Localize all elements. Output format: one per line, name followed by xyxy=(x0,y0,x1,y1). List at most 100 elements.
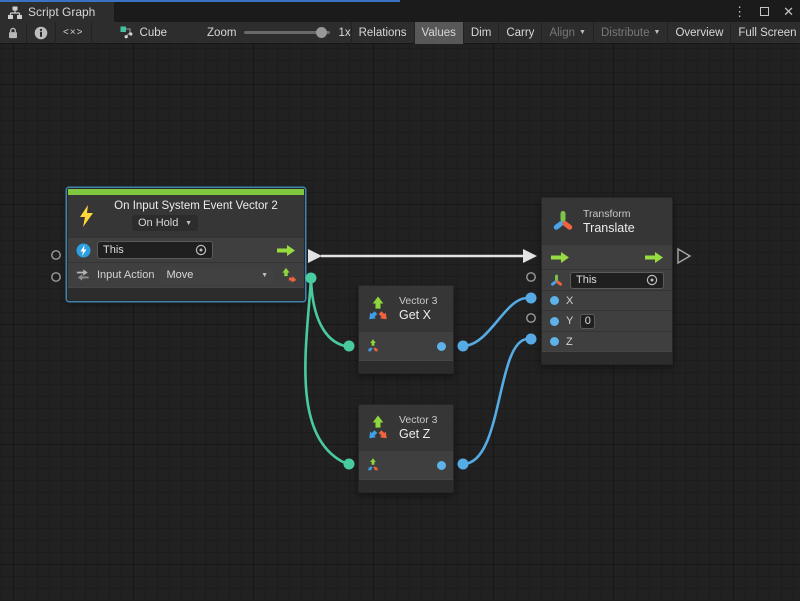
graph-toolbar: <×> Cube Zoom 1x Relations Values Dim Ca… xyxy=(0,22,800,44)
z-input-port[interactable] xyxy=(550,337,559,346)
node-category: Transform xyxy=(583,208,635,220)
window-controls: ⋮ ✕ xyxy=(733,2,794,22)
node-footer xyxy=(542,351,672,364)
x-input-port[interactable] xyxy=(550,296,559,305)
vector3-input-port-icon[interactable] xyxy=(366,458,380,472)
event-this-unconnected-port[interactable] xyxy=(52,251,60,259)
control-output-arrow-icon[interactable] xyxy=(644,251,664,264)
chevron-down-icon: ▼ xyxy=(654,29,661,36)
event-this-field[interactable]: This xyxy=(97,241,213,259)
getx-input-endpoint[interactable] xyxy=(344,341,355,352)
vector3-input-port-icon[interactable] xyxy=(366,339,380,353)
graph-icon xyxy=(8,6,22,19)
zoom-slider-handle[interactable] xyxy=(316,27,327,38)
node-get-x[interactable]: Vector 3 Get X xyxy=(358,285,454,374)
node-translate[interactable]: Transform Translate This xyxy=(541,197,673,365)
zoom-control: Zoom 1x xyxy=(207,27,351,39)
event-this-row: This xyxy=(68,237,304,262)
vector2-to-getx-wire xyxy=(311,278,345,346)
graph-canvas[interactable]: On Input System Event Vector 2 On Hold ▼… xyxy=(0,44,800,601)
input-system-icon xyxy=(76,243,91,258)
maximize-icon[interactable] xyxy=(760,2,769,22)
control-wire-end-arrow xyxy=(523,249,537,263)
dim-button[interactable]: Dim xyxy=(464,22,499,44)
zoom-slider[interactable] xyxy=(244,31,330,34)
event-action-row: Input Action Move ▼ xyxy=(68,262,304,287)
align-dropdown[interactable]: Align▼ xyxy=(542,22,594,44)
float-output-port[interactable] xyxy=(437,461,446,470)
node-footer xyxy=(359,360,453,373)
node-footer xyxy=(359,479,453,492)
tab-bar: Script Graph ⋮ ✕ xyxy=(0,0,800,22)
relations-button[interactable]: Relations xyxy=(351,22,415,44)
tab-title: Script Graph xyxy=(28,5,95,19)
get-z-port-row xyxy=(359,450,453,479)
y-value-field[interactable]: 0 xyxy=(580,314,595,329)
code-view-button[interactable]: <×> xyxy=(56,22,92,44)
float-output-port[interactable] xyxy=(437,342,446,351)
translate-control-row xyxy=(542,244,672,269)
this-value: This xyxy=(576,274,597,286)
getz-to-z-wire xyxy=(463,339,527,464)
transform-input-port-icon[interactable] xyxy=(550,274,563,287)
node-footer xyxy=(68,287,304,300)
event-mode-value: On Hold xyxy=(138,217,178,229)
translate-y-unconnected-port[interactable] xyxy=(527,314,535,322)
object-picker-icon[interactable] xyxy=(195,244,207,256)
getx-output-endpoint[interactable] xyxy=(458,341,469,352)
fullscreen-button[interactable]: Full Screen xyxy=(731,22,800,44)
values-button[interactable]: Values xyxy=(415,22,464,44)
get-x-port-row xyxy=(359,331,453,360)
node-on-input-system-event[interactable]: On Input System Event Vector 2 On Hold ▼… xyxy=(67,188,305,301)
getz-output-endpoint[interactable] xyxy=(458,459,469,470)
x-input-endpoint[interactable] xyxy=(526,293,537,304)
chevron-down-icon: ▼ xyxy=(261,272,268,279)
port-label-z: Z xyxy=(566,336,573,348)
toolbar-toggles: Relations Values Dim Carry Align▼ Distri… xyxy=(351,22,800,44)
lock-icon xyxy=(7,26,19,40)
input-action-dropdown[interactable]: Move ▼ xyxy=(161,267,275,284)
control-continuation-triangle[interactable] xyxy=(678,249,690,263)
tab-script-graph[interactable]: Script Graph xyxy=(0,2,114,22)
vector2-output-port-icon[interactable] xyxy=(280,267,296,283)
distribute-dropdown[interactable]: Distribute▼ xyxy=(594,22,669,44)
object-picker-icon[interactable] xyxy=(646,274,658,286)
node-get-z[interactable]: Vector 3 Get Z xyxy=(358,404,454,493)
lightning-icon xyxy=(76,204,96,228)
close-icon[interactable]: ✕ xyxy=(783,2,794,22)
zoom-value: 1x xyxy=(338,27,350,39)
input-action-label: Input Action xyxy=(97,269,155,281)
vector3-icon xyxy=(365,296,391,322)
y-input-port[interactable] xyxy=(550,317,559,326)
control-input-arrow-icon[interactable] xyxy=(550,251,570,264)
breadcrumb[interactable]: Cube xyxy=(120,26,168,39)
vector2-output-endpoint[interactable] xyxy=(306,273,317,284)
node-title: Translate xyxy=(583,221,635,235)
overview-button[interactable]: Overview xyxy=(668,22,731,44)
translate-x-row: X xyxy=(542,290,672,310)
vector3-icon xyxy=(365,415,391,441)
info-icon xyxy=(34,26,48,40)
translate-this-field[interactable]: This xyxy=(570,272,664,289)
carry-button[interactable]: Carry xyxy=(499,22,542,44)
chevron-down-icon: ▼ xyxy=(579,29,586,36)
input-action-icon xyxy=(76,268,91,282)
this-value: This xyxy=(103,244,124,256)
lock-button[interactable] xyxy=(0,22,27,44)
event-mode-dropdown[interactable]: On Hold ▼ xyxy=(132,215,198,231)
translate-y-row: Y 0 xyxy=(542,310,672,331)
z-input-endpoint[interactable] xyxy=(526,334,537,345)
event-action-unconnected-port[interactable] xyxy=(52,273,60,281)
inspector-button[interactable] xyxy=(27,22,56,44)
menu-icon[interactable]: ⋮ xyxy=(733,2,746,22)
control-output-arrow-icon[interactable] xyxy=(276,244,296,257)
chevron-down-icon: ▼ xyxy=(185,220,192,227)
node-title: On Input System Event Vector 2 xyxy=(96,200,296,212)
control-wire-start-arrow xyxy=(308,249,322,263)
script-graph-window: Script Graph ⋮ ✕ <×> xyxy=(0,0,800,601)
getz-input-endpoint[interactable] xyxy=(344,459,355,470)
translate-this-unconnected-port[interactable] xyxy=(527,273,535,281)
translate-this-row: This xyxy=(542,269,672,290)
port-label-y: Y xyxy=(566,315,573,327)
breadcrumb-label: Cube xyxy=(140,27,168,39)
